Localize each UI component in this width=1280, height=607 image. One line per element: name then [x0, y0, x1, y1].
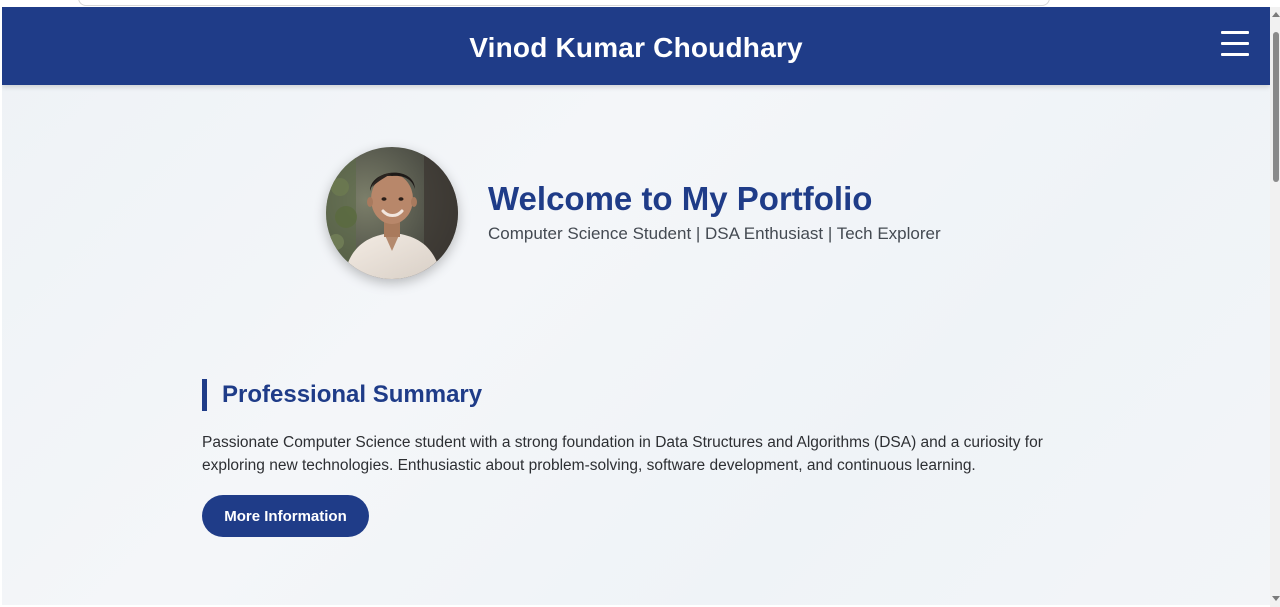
summary-text: Passionate Computer Science student with… — [202, 434, 1043, 474]
site-header: Vinod Kumar Choudhary — [2, 7, 1270, 85]
hero-heading: Welcome to My Portfolio — [488, 180, 873, 217]
menu-line — [1221, 42, 1249, 45]
scrollbar-thumb[interactable] — [1273, 32, 1279, 182]
menu-line — [1221, 53, 1249, 56]
menu-line — [1221, 31, 1249, 34]
section-accent-bar — [202, 379, 207, 411]
site-title: Vinod Kumar Choudhary — [469, 32, 803, 63]
hamburger-menu-icon[interactable] — [1218, 29, 1250, 59]
profile-photo — [326, 147, 458, 279]
more-information-button[interactable]: More Information — [202, 495, 369, 537]
scroll-down-arrow-icon[interactable] — [1272, 596, 1280, 601]
scroll-up-arrow-icon[interactable] — [1272, 12, 1280, 17]
address-bar[interactable] — [78, 0, 1050, 6]
avatar — [326, 147, 458, 279]
summary-heading: Professional Summary — [222, 381, 483, 408]
hero-tagline: Computer Science Student | DSA Enthusias… — [488, 224, 941, 243]
page-viewport: Vinod Kumar Choudhary Welcome to My Port… — [2, 7, 1270, 605]
